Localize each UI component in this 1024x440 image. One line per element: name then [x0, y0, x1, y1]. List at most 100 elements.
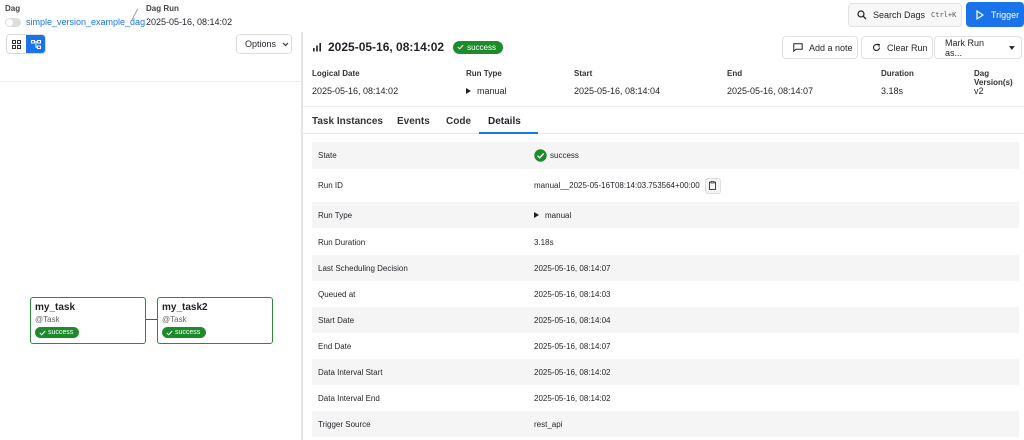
detail-value: manual__2025-05-16T08:14:03.753564+00:00 — [534, 177, 721, 194]
detail-key: Run ID — [318, 181, 343, 190]
play-icon — [534, 212, 539, 218]
search-shortcut: Ctrl+K — [931, 11, 957, 19]
add-note-label: Add a note — [809, 42, 853, 53]
detail-value: 2025-05-16, 08:14:04 — [534, 315, 611, 325]
detail-key: State — [318, 151, 337, 160]
copy-run-id-button[interactable] — [704, 177, 721, 194]
mark-run-as-button[interactable]: Mark Run as... — [934, 36, 1022, 59]
options-button[interactable]: Options — [236, 34, 292, 54]
run-header: 2025-05-16, 08:14:02 success — [312, 40, 503, 54]
task-state-label: success — [175, 329, 201, 336]
task-node-my-task2[interactable]: my_task2 @Task success — [157, 297, 273, 344]
detail-key: Last Scheduling Decision — [318, 263, 408, 273]
summary-header-duration: Duration — [881, 69, 914, 78]
caret-down-icon — [1009, 45, 1015, 50]
detail-key: Start Date — [318, 315, 355, 325]
table-row: State success — [312, 142, 1019, 169]
detail-value: rest_api — [534, 419, 563, 429]
table-row: Data Interval End 2025-05-16, 08:14:02 — [312, 385, 1019, 411]
summary-dag-version[interactable]: v2 — [974, 86, 984, 96]
dag-pause-toggle[interactable] — [5, 17, 21, 27]
detail-value: 3.18s — [534, 237, 554, 247]
tab-code[interactable]: Code — [446, 116, 471, 127]
breadcrumb-run-value: 2025-05-16, 08:14:02 — [146, 17, 233, 27]
task-name: my_task — [35, 302, 76, 313]
clear-run-label: Clear Run — [887, 42, 928, 53]
table-row: Queued at 2025-05-16, 08:14:03 — [312, 281, 1019, 307]
pane-divider[interactable] — [301, 32, 303, 440]
search-dags-label: Search Dags — [873, 10, 926, 20]
summary-logical-date: 2025-05-16, 08:14:02 — [312, 86, 399, 96]
summary-start: 2025-05-16, 08:14:04 — [574, 86, 661, 96]
summary-run-type-label: manual — [477, 86, 507, 96]
graph-divider — [0, 81, 301, 82]
top-bar: Dag simple_version_example_dag Dag Run 2… — [0, 0, 1024, 32]
table-row: Trigger Source rest_api — [312, 411, 1019, 437]
detail-value: 2025-05-16, 08:14:07 — [534, 263, 611, 273]
summary-end: 2025-05-16, 08:14:07 — [727, 86, 814, 96]
check-icon — [39, 330, 46, 336]
task-node-my-task[interactable]: my_task @Task success — [30, 297, 146, 344]
breadcrumb-dag-label: Dag — [5, 4, 21, 13]
table-row: Run Duration 3.18s — [312, 229, 1019, 255]
graph-icon — [30, 39, 41, 49]
summary-run-type: manual — [466, 86, 507, 96]
run-state-badge: success — [453, 40, 503, 54]
summary-header-run-type: Run Type — [466, 69, 502, 78]
table-row: Data Interval Start 2025-05-16, 08:14:02 — [312, 359, 1019, 385]
view-toggle — [6, 34, 46, 54]
tab-details[interactable]: Details — [488, 116, 521, 127]
detail-run-type: manual — [545, 210, 572, 220]
chevron-down-icon — [282, 42, 289, 46]
detail-key: Run Duration — [318, 237, 366, 247]
table-row: Run Type manual — [312, 202, 1019, 228]
detail-value: success — [534, 149, 579, 162]
detail-key: Data Interval End — [318, 393, 380, 403]
trigger-label: Trigger — [991, 9, 1020, 20]
graph-pane: Options — [0, 32, 301, 440]
breadcrumb-run: Dag Run 2025-05-16, 08:14:02 — [146, 4, 232, 27]
task-edge — [146, 319, 157, 320]
summary-header-end: End — [727, 69, 743, 78]
detail-value: manual — [534, 211, 571, 220]
search-dags-button[interactable]: Search Dags Ctrl+K — [848, 3, 962, 27]
task-state-label: success — [48, 329, 74, 336]
task-state-badge: success — [162, 327, 207, 338]
run-title: 2025-05-16, 08:14:02 — [328, 40, 445, 54]
breadcrumb-dag-link[interactable]: simple_version_example_dag — [26, 17, 145, 27]
task-name: my_task2 — [162, 302, 208, 313]
table-row: Start Date 2025-05-16, 08:14:04 — [312, 307, 1019, 333]
run-state-label: success — [467, 42, 496, 52]
summary-header-start: Start — [574, 69, 593, 78]
trigger-button[interactable]: Trigger — [966, 2, 1024, 27]
grid-view-button[interactable] — [7, 35, 26, 53]
options-label: Options — [245, 39, 277, 49]
graph-view-button[interactable] — [26, 35, 45, 53]
detail-state-label: success — [550, 151, 579, 160]
task-decorator: @Task — [162, 315, 187, 324]
detail-key: End Date — [318, 341, 352, 351]
detail-key: Run Type — [318, 210, 353, 220]
clipboard-icon — [709, 181, 717, 190]
check-icon — [166, 330, 173, 336]
tab-task-instances[interactable]: Task Instances — [312, 116, 383, 127]
add-note-button[interactable]: Add a note — [782, 36, 858, 59]
summary-header-dag-versions: Dag Version(s) — [974, 69, 1013, 87]
success-check-icon — [534, 149, 547, 162]
detail-value: 2025-05-16, 08:14:03 — [534, 289, 611, 299]
search-icon — [857, 10, 867, 20]
note-icon — [793, 43, 803, 52]
refresh-icon — [872, 43, 881, 51]
active-tab-indicator — [479, 132, 538, 134]
clear-run-button[interactable]: Clear Run — [861, 36, 933, 59]
summary-divider — [303, 106, 1024, 107]
tab-events[interactable]: Events — [397, 116, 430, 127]
bar-chart-icon — [313, 43, 321, 52]
run-id-text: manual__2025-05-16T08:14:03.753564+00:00 — [534, 181, 700, 190]
breadcrumb-run-label: Dag Run — [146, 4, 179, 13]
table-row: Last Scheduling Decision 2025-05-16, 08:… — [312, 255, 1019, 281]
grid-icon — [12, 39, 21, 49]
play-icon — [976, 9, 984, 20]
detail-value: 2025-05-16, 08:14:07 — [534, 341, 611, 351]
detail-value: 2025-05-16, 08:14:02 — [534, 367, 611, 377]
